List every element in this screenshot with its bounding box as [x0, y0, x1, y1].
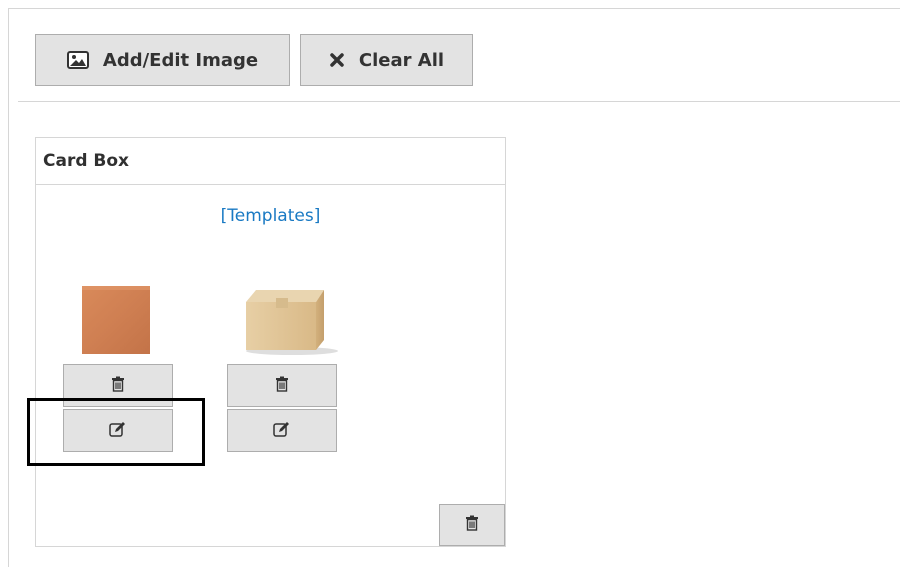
templates-link[interactable]: [Templates] — [36, 206, 505, 226]
edit-image-1-button[interactable] — [63, 409, 173, 452]
edit-icon — [109, 421, 127, 441]
image-icon — [66, 51, 89, 69]
add-edit-image-label: Add/Edit Image — [102, 49, 259, 71]
flat-cardboard-box-image[interactable] — [80, 284, 152, 356]
add-edit-image-button[interactable]: Add/Edit Image — [35, 34, 290, 86]
edit-image-2-button[interactable] — [227, 409, 337, 452]
card-title: Card Box — [43, 151, 130, 171]
clear-all-label: Clear All — [358, 49, 445, 71]
toolbar-divider — [18, 101, 900, 102]
editor-page: Add/Edit Image Clear All Card Box [Templ… — [0, 0, 900, 567]
edit-icon — [273, 421, 291, 441]
clear-all-button[interactable]: Clear All — [300, 34, 473, 86]
card-header: Card Box — [36, 138, 505, 185]
delete-card-button[interactable] — [439, 504, 505, 546]
x-icon — [329, 52, 345, 68]
delete-image-2-button[interactable] — [227, 364, 337, 407]
closed-cardboard-box-image[interactable] — [240, 284, 340, 356]
trash-icon — [465, 515, 479, 535]
trash-icon — [111, 376, 125, 396]
delete-image-1-button[interactable] — [63, 364, 173, 407]
frame-top-border — [8, 8, 900, 9]
frame-left-border — [8, 8, 9, 567]
trash-icon — [275, 376, 289, 396]
card-box-panel: Card Box [Templates] — [35, 137, 506, 547]
